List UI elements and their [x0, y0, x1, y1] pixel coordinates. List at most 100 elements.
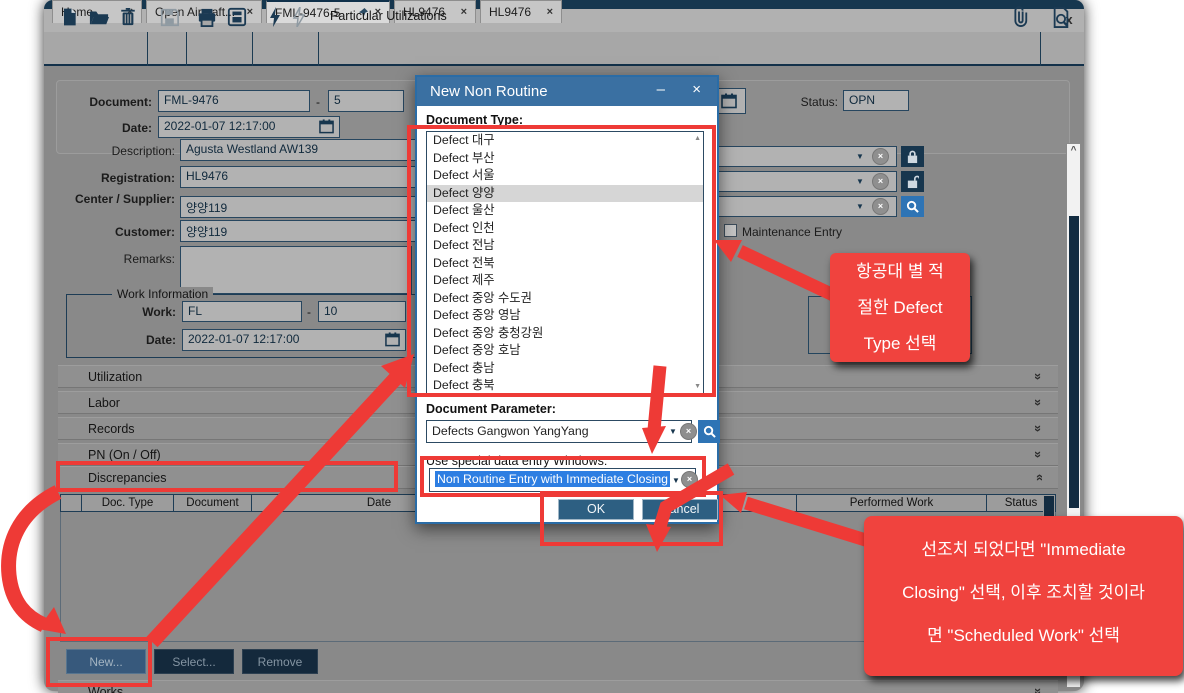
execute-bolt-disabled-icon — [286, 4, 312, 30]
attachment-paperclip-button[interactable] — [1006, 4, 1032, 30]
select-button[interactable]: Select... — [154, 649, 234, 674]
chevron-down-icon[interactable]: ▼ — [856, 202, 864, 211]
callout-line: 선조치 되었다면 "Immediate — [864, 528, 1183, 571]
calendar-icon[interactable] — [721, 93, 737, 109]
save-button[interactable] — [156, 4, 182, 30]
lock-icon[interactable] — [901, 146, 924, 167]
chevron-down-icon[interactable]: ▼ — [669, 427, 677, 436]
dialog-titlebar[interactable]: New Non Routine — [417, 77, 717, 106]
clear-icon[interactable]: × — [872, 148, 889, 165]
clear-icon[interactable]: × — [680, 423, 697, 440]
close-icon[interactable]: × — [692, 81, 701, 98]
chevron-double-down-icon[interactable]: » — [1031, 373, 1046, 380]
delete-button[interactable] — [115, 4, 141, 30]
search-icon[interactable] — [698, 420, 720, 443]
maintenance-entry-checkbox[interactable] — [724, 224, 737, 237]
registration-label: Registration: — [75, 171, 175, 185]
clear-icon[interactable]: × — [872, 198, 889, 215]
new-document-button[interactable] — [56, 4, 82, 30]
callout-line: Closing" 선택, 이후 조치할 것이라 — [864, 571, 1183, 614]
section-bar-works[interactable]: Works » — [58, 680, 1058, 693]
chevron-down-icon[interactable]: ▼ — [856, 152, 864, 161]
toolbar-context-title: Particular Utilizations — [330, 9, 447, 23]
tab-close-icon[interactable]: × — [547, 7, 553, 18]
chevron-down-icon[interactable]: ▼ — [856, 177, 864, 186]
document-subnumber-field[interactable]: 5 — [328, 90, 404, 112]
chevron-double-down-icon[interactable]: » — [1031, 399, 1046, 406]
callout-defect-type: 항공대 별 적 절한 Defect Type 선택 — [830, 253, 970, 362]
toolbar-divider — [147, 32, 148, 66]
highlight-rect-document-type-list — [407, 125, 716, 397]
remarks-field[interactable] — [180, 246, 412, 294]
main-scrollbar-thumb[interactable] — [1069, 216, 1079, 508]
right-combo-2[interactable] — [705, 171, 897, 192]
callout-line: 절한 Defect — [830, 290, 970, 326]
chevron-double-up-icon[interactable]: » — [1031, 474, 1046, 481]
open-folder-button[interactable] — [86, 4, 112, 30]
chevron-double-down-icon[interactable]: » — [1031, 688, 1046, 693]
right-combo-3[interactable] — [705, 196, 897, 217]
chevron-double-down-icon[interactable]: » — [1031, 425, 1046, 432]
callout-line: 항공대 별 적 — [830, 254, 970, 290]
status-label: Status: — [770, 95, 838, 109]
callout-closing-note: 선조치 되었다면 "Immediate Closing" 선택, 이후 조치할 … — [864, 516, 1183, 676]
document-label: Document: — [62, 95, 152, 109]
column-header-icon[interactable] — [61, 495, 82, 511]
print-preview-button[interactable] — [224, 4, 250, 30]
search-icon[interactable] — [901, 196, 924, 217]
work-date-field[interactable]: 2022-01-07 12:17:00 — [182, 329, 406, 351]
work-separator: - — [307, 305, 311, 319]
tab-label: HL9476 — [489, 5, 541, 19]
toolbar-divider — [318, 32, 319, 66]
document-search-button[interactable] — [1048, 4, 1074, 30]
column-header-doc-type[interactable]: Doc. Type — [82, 495, 174, 511]
unlock-icon[interactable] — [901, 171, 924, 192]
calendar-icon[interactable] — [385, 332, 400, 347]
section-label: PN (On / Off) — [88, 448, 161, 462]
clear-icon[interactable]: × — [872, 173, 889, 190]
section-label: Utilization — [88, 370, 142, 384]
toolbar-divider — [252, 32, 253, 66]
highlight-rect-ok-button — [540, 491, 723, 546]
screenshot-canvas: Home × Open Aircraft... × FML-9476-5 × H… — [0, 0, 1184, 693]
date-label: Date: — [92, 121, 152, 135]
date-field[interactable]: 2022-01-07 12:17:00 — [158, 116, 340, 138]
customer-label: Customer: — [75, 225, 175, 239]
center-supplier-label: Center / Supplier: — [75, 193, 175, 206]
document-parameter-combo[interactable]: Defects Gangwon YangYang — [426, 420, 692, 443]
scroll-up-icon[interactable]: ^ — [1067, 145, 1080, 156]
minimize-icon[interactable]: – — [657, 81, 665, 98]
execute-bolt-button[interactable] — [262, 4, 288, 30]
tab-close-icon[interactable]: × — [461, 7, 467, 18]
section-label: Records — [88, 422, 135, 436]
callout-line: Type 선택 — [830, 326, 970, 362]
work-sub-field[interactable]: 10 — [318, 301, 406, 322]
column-header-document[interactable]: Document — [174, 495, 252, 511]
work-date-label: Date: — [106, 333, 176, 347]
toolbar — [44, 32, 1084, 66]
work-label: Work: — [106, 305, 176, 319]
callout-line: 면 "Scheduled Work" 선택 — [864, 614, 1183, 657]
dialog-title: New Non Routine — [430, 83, 548, 100]
toolbar-divider — [186, 32, 187, 66]
column-header-performed-work[interactable]: Performed Work — [797, 495, 987, 511]
section-label: Labor — [88, 396, 120, 410]
calendar-icon[interactable] — [319, 119, 334, 134]
toolbar-divider — [1040, 32, 1041, 66]
document-parameter-label: Document Parameter: — [426, 402, 556, 416]
remarks-label: Remarks: — [75, 252, 175, 266]
highlight-rect-discrepancies — [56, 461, 398, 492]
chevron-double-down-icon[interactable]: » — [1031, 451, 1046, 458]
status-field: OPN — [843, 90, 909, 111]
document-separator: - — [316, 95, 320, 109]
tab-hl9476-2[interactable]: HL9476 × — [480, 0, 562, 23]
print-button[interactable] — [194, 4, 220, 30]
work-field[interactable]: FL — [182, 301, 302, 322]
description-label: Description: — [75, 144, 175, 158]
work-information-legend: Work Information — [112, 287, 213, 301]
right-combo-1[interactable] — [705, 146, 897, 167]
maintenance-entry-label: Maintenance Entry — [742, 225, 872, 239]
document-number-field[interactable]: FML-9476 — [158, 90, 310, 112]
remove-button[interactable]: Remove — [242, 649, 318, 674]
highlight-rect-new-button — [46, 637, 152, 687]
